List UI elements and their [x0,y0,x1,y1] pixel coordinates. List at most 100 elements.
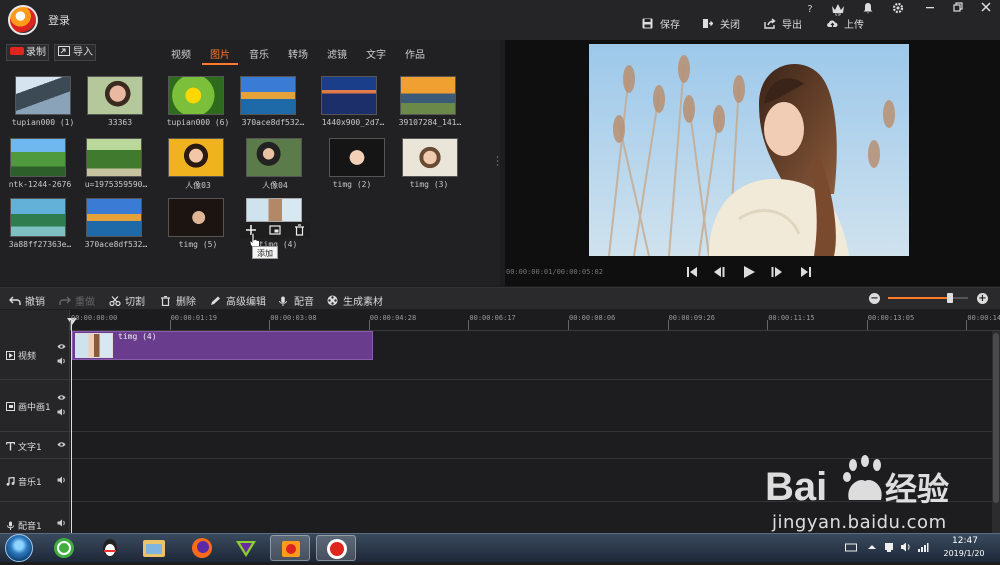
zoom-out-button[interactable]: − [869,293,880,304]
trash-icon[interactable] [294,224,305,239]
media-caption: 370ace8df532… [84,240,148,249]
speaker-icon[interactable] [57,519,66,529]
media-thumbnail[interactable] [402,138,458,177]
export-button[interactable]: 导出 [764,18,802,34]
eye-icon[interactable] [57,441,66,450]
media-thumbnail[interactable] [329,138,385,177]
media-thumbnail[interactable] [15,76,71,115]
ruler-tick-label: 00:00:04:28 [369,314,417,322]
track-label-music: 音乐1 [6,475,42,488]
import-button[interactable]: 导入 [54,44,96,61]
eye-icon[interactable] [57,343,66,352]
panel-splitter[interactable] [496,155,499,167]
tab-transition[interactable]: 转场 [288,46,308,61]
media-thumbnail[interactable] [321,76,377,115]
media-thumbnail[interactable] [168,138,224,177]
upload-button[interactable]: 上传 [826,18,864,34]
media-thumbnail[interactable] [246,138,302,177]
gear-icon[interactable] [888,2,908,18]
pencil-icon [210,296,222,306]
media-thumbnail[interactable] [400,76,456,115]
speaker-icon[interactable] [57,476,66,486]
text-icon [5,441,16,451]
tab-image[interactable]: 图片 [210,46,230,61]
skip-end-icon[interactable] [799,265,815,279]
next-frame-icon[interactable] [770,265,786,279]
taskbar-app-video-editor[interactable] [270,535,310,561]
minimize-icon[interactable] [920,2,940,18]
media-thumbnail[interactable] [168,76,224,115]
generate-material-button[interactable]: 生成素材 [327,293,383,308]
ruler-tick-label: 00:00:03:08 [270,314,317,322]
start-button[interactable] [5,534,33,562]
help-button[interactable]: ? [800,2,820,18]
media-caption: timg (2) [332,180,372,189]
media-caption: 370ace8df532… [241,118,305,127]
login-link[interactable]: 登录 [48,12,70,28]
undo-icon [9,296,21,306]
tab-video[interactable]: 视频 [171,46,191,61]
media-thumbnail[interactable] [168,198,224,237]
tab-works[interactable]: 作品 [405,46,425,61]
speaker-icon[interactable] [57,408,66,418]
close-icon[interactable] [976,2,996,18]
track-label-voice: 配音1 [6,519,42,532]
ruler-tick-line [70,320,71,330]
edit-toolbar [0,287,1000,309]
zoom-slider-handle[interactable] [947,293,954,303]
eye-icon[interactable] [57,394,66,403]
advanced-edit-button[interactable]: 高级编辑 [210,293,266,308]
taskbar-date[interactable]: 2019/1/20 [936,549,992,558]
network-tray-icon[interactable] [883,541,895,553]
media-caption: tupian000 (6) [166,118,230,127]
taskbar-app-firefox[interactable] [182,535,222,561]
show-hidden-icons[interactable] [866,541,878,553]
skip-start-icon[interactable] [685,265,701,279]
pip-add-icon[interactable] [269,224,281,239]
media-thumbnail[interactable] [10,138,66,177]
vip-icon[interactable]: VIP [828,2,848,18]
svg-text:VIP: VIP [835,12,842,16]
media-thumbnail[interactable] [87,76,143,115]
taskbar-app-media[interactable] [226,535,266,561]
bell-icon[interactable] [858,2,878,18]
cut-button[interactable]: 切割 [109,293,145,308]
undo-button[interactable]: 撤销 [9,293,45,308]
save-button[interactable]: 保存 [642,18,680,34]
taskbar-app-qq[interactable] [90,535,130,561]
speaker-icon[interactable] [57,357,66,367]
microphone-icon [278,296,290,306]
media-thumbnail-hovered[interactable] [246,198,302,222]
record-icon [10,47,24,55]
prev-frame-icon[interactable] [712,265,728,279]
taskbar-app-360[interactable] [44,535,84,561]
tab-text[interactable]: 文字 [366,46,386,61]
media-thumbnail[interactable] [10,198,66,237]
taskbar-clock[interactable]: 12:47 [940,536,990,546]
playhead[interactable] [71,318,72,533]
media-thumbnail[interactable] [86,138,142,177]
ruler-tick-label: 00:00:14: [967,314,1000,322]
signal-tray-icon[interactable] [917,541,929,553]
media-caption: u=1975359590… [84,180,148,189]
close-project-button[interactable]: 关闭 [702,18,740,34]
app-logo[interactable] [8,5,38,35]
keyboard-tray-icon[interactable] [845,541,857,553]
tab-filter[interactable]: 滤镜 [327,46,347,61]
timeline-scrollbar-thumb[interactable] [993,333,999,503]
taskbar-app-explorer[interactable] [134,535,174,561]
media-thumbnail[interactable] [86,198,142,237]
play-icon[interactable] [742,265,758,279]
volume-tray-icon[interactable] [900,541,912,553]
record-button[interactable]: 录制 [6,44,49,61]
track-label-video: 视频 [6,349,36,362]
taskbar-app-recorder[interactable] [316,535,356,561]
restore-icon[interactable] [948,2,968,18]
redo-button[interactable]: 重做 [59,293,95,308]
track-pip[interactable] [70,380,992,432]
media-thumbnail[interactable] [240,76,296,115]
delete-button[interactable]: 删除 [160,293,196,308]
voiceover-button[interactable]: 配音 [278,293,314,308]
tab-music[interactable]: 音乐 [249,46,269,61]
zoom-in-button[interactable]: + [977,293,988,304]
